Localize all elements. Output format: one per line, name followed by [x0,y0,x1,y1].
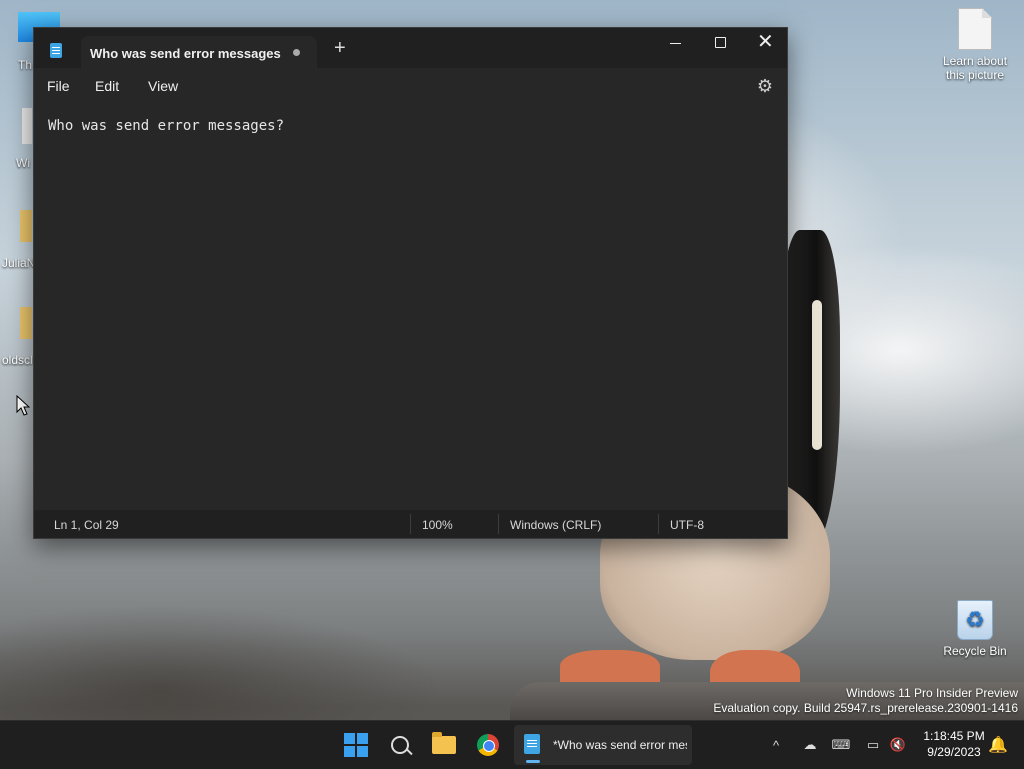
file-explorer-button[interactable] [428,729,460,761]
status-divider [498,514,499,534]
folder-icon [432,732,456,754]
onedrive-button[interactable]: ☁ [796,721,824,769]
encoding[interactable]: UTF-8 [670,518,704,532]
minimize-icon [670,43,681,44]
maximize-button[interactable] [697,28,743,60]
new-tab-button[interactable]: + [334,38,346,58]
minimize-button[interactable] [652,28,698,60]
menu-edit[interactable]: Edit [95,78,119,94]
clock[interactable]: 1:18:45 PM 9/29/2023 [914,728,994,760]
taskbar-notepad-button[interactable]: *Who was send error messages - Notepad [514,725,692,765]
cursor-position: Ln 1, Col 29 [54,518,119,532]
document-icon [958,8,992,50]
network-icon: ▭ [866,737,880,752]
close-button[interactable]: ✕ [743,28,789,60]
desktop-icon-recycle-bin[interactable]: ♻ Recycle Bin [936,600,1014,658]
volume-muted-icon: 🔇 [889,737,907,752]
shortcut-icon [22,108,32,144]
wallpaper-penguin-stripe [812,300,822,450]
menu-file[interactable]: File [47,78,70,94]
desktop-icon-label: Recycle Bin [943,644,1007,658]
desktop-icon-label: Learn about this picture [942,54,1008,82]
close-icon: ✕ [757,31,774,53]
notification-bell-icon[interactable]: 🔔 [988,735,1008,755]
clock-time: 1:18:45 PM [923,729,985,743]
line-ending[interactable]: Windows (CRLF) [510,518,601,532]
search-button[interactable] [384,729,416,761]
notepad-app-icon [50,43,62,58]
notepad-icon [524,734,540,754]
windows-logo-icon [344,733,368,757]
chevron-up-icon: ^ [772,737,780,753]
taskbar: *Who was send error messages - Notepad ^… [0,720,1024,769]
file-icon [20,210,32,242]
unsaved-dot-icon[interactable] [293,49,300,56]
tab-document[interactable]: Who was send error messages [81,36,317,68]
folder-icon [20,307,32,339]
watermark-line2: Evaluation copy. Build 25947.rs_prerelea… [713,701,1018,715]
chrome-button[interactable] [472,729,504,761]
notepad-window: Who was send error messages + ✕ File Edi… [33,27,788,539]
active-indicator [526,760,540,763]
tray-overflow-button[interactable]: ^ [764,721,788,769]
taskbar-notepad-label: *Who was send error messages - Notepad [553,738,687,752]
title-bar[interactable]: Who was send error messages + ✕ [34,28,787,68]
tab-title: Who was send error messages [90,46,281,61]
status-bar: Ln 1, Col 29 100% Windows (CRLF) UTF-8 [34,510,787,538]
keyboard-icon: ⌨ [831,737,851,752]
status-divider [410,514,411,534]
cloud-icon: ☁ [803,737,817,752]
menu-view[interactable]: View [148,78,178,94]
search-icon [391,736,409,754]
menu-bar: File Edit View ⚙ [34,68,787,102]
recycle-bin-icon: ♻ [957,600,993,640]
keyboard-button[interactable]: ⌨ [828,721,854,769]
chrome-icon [477,734,499,756]
zoom-level[interactable]: 100% [422,518,453,532]
settings-gear-icon[interactable]: ⚙ [757,76,773,97]
status-divider [658,514,659,534]
maximize-icon [715,37,726,48]
editor-content: Who was send error messages? [48,118,285,134]
watermark-line1: Windows 11 Pro Insider Preview [846,686,1018,700]
text-editor[interactable]: Who was send error messages? [48,118,773,498]
mouse-cursor-icon [16,395,30,416]
network-button[interactable]: ▭ [860,721,886,769]
desktop-icon-learn-about-picture[interactable]: Learn about this picture [936,8,1014,82]
start-button[interactable] [340,729,372,761]
volume-button[interactable]: 🔇 [886,721,910,769]
clock-date: 9/29/2023 [927,745,981,759]
